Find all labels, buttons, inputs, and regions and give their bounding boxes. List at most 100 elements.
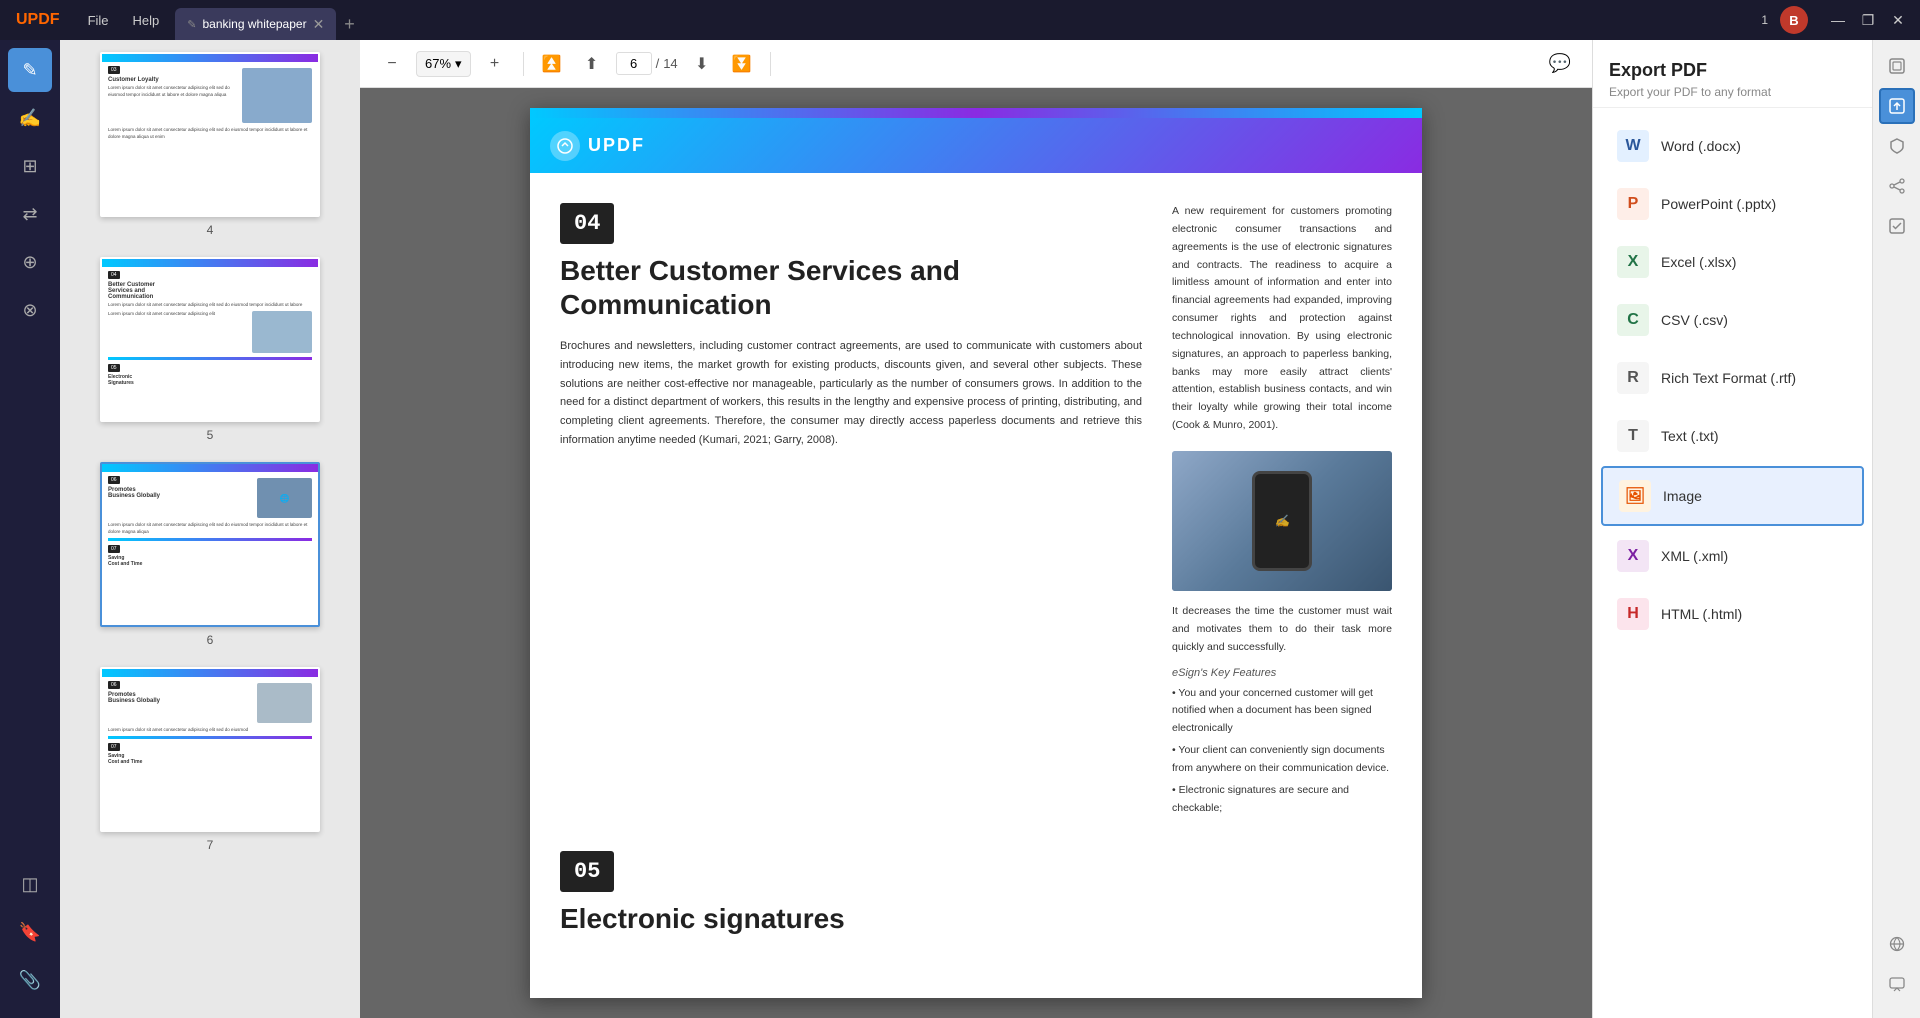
export-csv[interactable]: C CSV (.csv)	[1601, 292, 1864, 348]
toolbar: − 67% ▾ + ⏫ ⬆ / 14 ⬇ ⏬ 💬	[360, 40, 1592, 88]
powerpoint-icon: P	[1617, 188, 1649, 220]
right-edge-panel	[1872, 40, 1920, 1018]
bullet-2: • Your client can conveniently sign docu…	[1172, 742, 1392, 778]
html-icon: H	[1617, 598, 1649, 630]
app-logo: UPDF	[8, 11, 68, 29]
sidebar-icon-layers[interactable]: ◫	[8, 862, 52, 906]
export-excel[interactable]: X Excel (.xlsx)	[1601, 234, 1864, 290]
decrease-text: It decreases the time the customer must …	[1172, 603, 1392, 657]
sidebar-icon-bookmark[interactable]: 🔖	[8, 910, 52, 954]
thumbnail-label-5: 5	[207, 428, 214, 442]
export-html[interactable]: H HTML (.html)	[1601, 586, 1864, 642]
pdf-page: UPDF 04 Better Customer Services and Com…	[530, 108, 1422, 998]
sidebar-icon-pages[interactable]: ⊞	[8, 144, 52, 188]
thumbnail-page-4[interactable]: 03 Customer Loyalty Lorem ipsum dolor si…	[60, 40, 360, 245]
first-page-button[interactable]: ⏫	[536, 48, 568, 80]
left-sidebar: ✎ ✍ ⊞ ⇄ ⊕ ⊗ ◫ 🔖 📎	[0, 40, 60, 1018]
export-rtf[interactable]: R Rich Text Format (.rtf)	[1601, 350, 1864, 406]
section-05-badge: 05	[560, 851, 614, 892]
thumbnails-panel: 03 Customer Loyalty Lorem ipsum dolor si…	[60, 40, 360, 1018]
edge-icon-chat[interactable]	[1879, 966, 1915, 1002]
document-tab[interactable]: ✎ banking whitepaper ✕	[175, 8, 336, 40]
export-image[interactable]: 🖼 Image	[1601, 466, 1864, 526]
thumbnail-img-4[interactable]: 03 Customer Loyalty Lorem ipsum dolor si…	[100, 52, 320, 217]
page-separator: /	[656, 56, 660, 71]
export-pdf-title: Export PDF	[1609, 60, 1856, 81]
edge-icon-security[interactable]	[1879, 128, 1915, 164]
comment-button[interactable]: 💬	[1544, 48, 1576, 80]
rtf-label: Rich Text Format (.rtf)	[1661, 370, 1796, 386]
menu-help[interactable]: Help	[121, 0, 172, 40]
thumbnail-img-6[interactable]: 06 🌐 PromotesBusiness Globally Lorem ips…	[100, 462, 320, 627]
txt-icon: T	[1617, 420, 1649, 452]
export-word[interactable]: W Word (.docx)	[1601, 118, 1864, 174]
sidebar-icon-ocr[interactable]: ⊕	[8, 240, 52, 284]
excel-icon: X	[1617, 246, 1649, 278]
thumbnail-label-6: 6	[207, 633, 214, 647]
toolbar-separator-2	[770, 52, 771, 76]
export-xml[interactable]: X XML (.xml)	[1601, 528, 1864, 584]
edge-icon-share[interactable]	[1879, 168, 1915, 204]
page-top-gradient-bar	[530, 108, 1422, 118]
zoom-out-button[interactable]: −	[376, 48, 408, 80]
content-area: − 67% ▾ + ⏫ ⬆ / 14 ⬇ ⏬ 💬	[360, 40, 1592, 1018]
menu-file[interactable]: File	[76, 0, 121, 40]
zoom-display[interactable]: 67% ▾	[416, 51, 471, 77]
zoom-dropdown-icon: ▾	[455, 56, 462, 72]
edge-icon-translate[interactable]	[1879, 926, 1915, 962]
zoom-level-text: 67%	[425, 56, 451, 71]
close-button[interactable]: ✕	[1884, 6, 1912, 34]
csv-label: CSV (.csv)	[1661, 312, 1728, 328]
esign-features-title: eSign's Key Features	[1172, 667, 1392, 679]
thumbnail-img-5[interactable]: 04 Better CustomerServices andCommunicat…	[100, 257, 320, 422]
excel-label: Excel (.xlsx)	[1661, 254, 1736, 270]
export-txt[interactable]: T Text (.txt)	[1601, 408, 1864, 464]
page-navigation: / 14	[616, 52, 678, 75]
page-body: 04 Better Customer Services and Communic…	[530, 173, 1422, 851]
edge-icon-check[interactable]	[1879, 208, 1915, 244]
toolbar-separator-1	[523, 52, 524, 76]
export-powerpoint[interactable]: P PowerPoint (.pptx)	[1601, 176, 1864, 232]
pdf-viewer[interactable]: UPDF 04 Better Customer Services and Com…	[360, 88, 1592, 1018]
section-05: 05 Electronic signatures	[530, 851, 1422, 956]
esign-image: ✍	[1172, 451, 1392, 591]
user-avatar[interactable]: B	[1780, 6, 1808, 34]
tab-close-button[interactable]: ✕	[313, 16, 325, 33]
sidebar-icon-annotate[interactable]: ✍	[8, 96, 52, 140]
word-icon: W	[1617, 130, 1649, 162]
page-right-column: A new requirement for customers promotin…	[1172, 203, 1392, 821]
section-04-title: Better Customer Services and Communicati…	[560, 254, 1142, 321]
last-page-button[interactable]: ⏬	[726, 48, 758, 80]
minimize-button[interactable]: —	[1824, 6, 1852, 34]
thumbnail-page-5[interactable]: 04 Better CustomerServices andCommunicat…	[60, 245, 360, 450]
edge-icon-export[interactable]	[1879, 88, 1915, 124]
tab-edit-icon: ✎	[187, 18, 196, 31]
phone-icon: ✍	[1252, 471, 1312, 571]
zoom-in-button[interactable]: +	[479, 48, 511, 80]
edge-icon-screenshot[interactable]	[1879, 48, 1915, 84]
thumbnail-page-6[interactable]: 06 🌐 PromotesBusiness Globally Lorem ips…	[60, 450, 360, 655]
powerpoint-label: PowerPoint (.pptx)	[1661, 196, 1776, 212]
next-page-button[interactable]: ⬇	[686, 48, 718, 80]
maximize-button[interactable]: ❐	[1854, 6, 1882, 34]
sidebar-icon-edit[interactable]: ✎	[8, 48, 52, 92]
page-number-input[interactable]	[616, 52, 652, 75]
sidebar-icon-stamp[interactable]: ⊗	[8, 288, 52, 332]
page-indicator[interactable]: 1	[1753, 9, 1776, 31]
sidebar-icon-convert[interactable]: ⇄	[8, 192, 52, 236]
section-05-title: Electronic signatures	[560, 902, 1392, 936]
add-tab-button[interactable]: +	[336, 14, 363, 35]
page-left-column: 04 Better Customer Services and Communic…	[560, 203, 1142, 821]
export-pdf-header: Export PDF Export your PDF to any format	[1593, 40, 1872, 108]
thumbnail-page-7[interactable]: 06 PromotesBusiness Globally Lorem ipsum…	[60, 655, 360, 860]
page-updf-header: UPDF	[530, 118, 1422, 173]
updf-logo-text: UPDF	[588, 135, 645, 156]
sidebar-icon-attachment[interactable]: 📎	[8, 958, 52, 1002]
html-label: HTML (.html)	[1661, 606, 1742, 622]
thumbnail-label-7: 7	[207, 838, 214, 852]
image-icon: 🖼	[1619, 480, 1651, 512]
bullet-1: • You and your concerned customer will g…	[1172, 685, 1392, 739]
thumbnail-img-7[interactable]: 06 PromotesBusiness Globally Lorem ipsum…	[100, 667, 320, 832]
image-label: Image	[1663, 488, 1702, 504]
prev-page-button[interactable]: ⬆	[576, 48, 608, 80]
